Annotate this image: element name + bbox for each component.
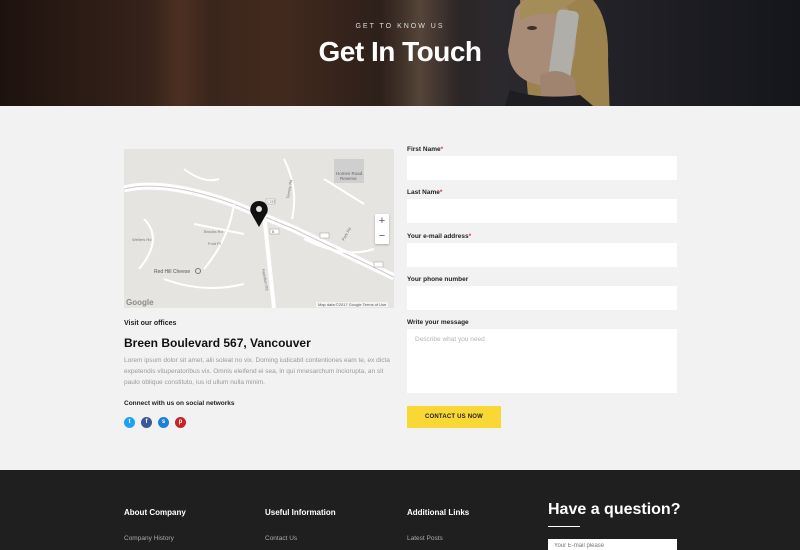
hero-eyebrow: GET TO KNOW US [355,23,445,30]
last-name-field[interactable] [407,199,677,223]
required-mark: * [439,189,443,196]
first-name-field[interactable] [407,156,677,180]
first-name-label-text: First Name [407,146,441,153]
page-title: Get In Touch [318,36,482,67]
email-field[interactable] [407,243,677,267]
footer-heading-additional: Additional Links [407,508,470,517]
email-label-text: Your e-mail address [407,233,469,240]
map-canvas[interactable]: Homes Road Reserve Red Hill Cheese Brook… [124,149,394,308]
map-label-red-hill: Red Hill Cheese [154,269,190,275]
footer-link-company-history[interactable]: Company History [124,535,174,542]
phone-field[interactable] [407,286,677,310]
last-name-label: Last Name* [407,189,442,196]
map-label-road: Wellers Rd [132,237,152,242]
map-label-road: Brooks Rd [204,229,223,234]
zoom-in-button[interactable]: + [375,214,389,229]
footer-link-contact-us[interactable]: Contact Us [265,535,297,542]
footer-question-heading: Have a question? [548,501,681,518]
map-label-reserve: Reserve [340,176,357,181]
email-label: Your e-mail address* [407,233,471,240]
office-map[interactable]: Homes Road Reserve Red Hill Cheese Brook… [124,149,394,308]
newsletter-email-input[interactable] [548,539,677,550]
message-field[interactable] [407,329,677,393]
map-provider-logo: Google [126,298,154,307]
skype-icon[interactable]: s [158,417,169,428]
contact-submit-button[interactable]: CONTACT US NOW [407,406,501,428]
map-credit[interactable]: Map data ©2017 Google Terms of Use [316,302,389,307]
footer-heading-about: About Company [124,508,186,517]
footer-link-latest-posts[interactable]: Latest Posts [407,535,443,542]
phone-label: Your phone number [407,276,469,283]
required-mark: * [468,233,472,240]
twitter-icon[interactable]: t [124,417,135,428]
social-networks-label: Connect with us on social networks [124,400,235,407]
pinterest-icon[interactable]: p [175,417,186,428]
hero-banner: GET TO KNOW US Get In Touch [0,0,800,106]
facebook-icon[interactable]: f [141,417,152,428]
required-mark: * [440,146,444,153]
first-name-label: First Name* [407,146,443,153]
social-links: t f s p [124,417,186,428]
map-route-shield: C787 [267,200,275,204]
office-address: Breen Boulevard 567, Vancouver [124,336,311,350]
last-name-label-text: Last Name [407,189,440,196]
footer-divider [548,526,580,527]
map-zoom-control[interactable]: + − [375,214,389,244]
zoom-out-button[interactable]: − [375,229,389,244]
map-label-road: Fruit Pl [208,241,221,246]
visit-offices-label: Visit our offices [124,320,177,327]
footer-heading-useful: Useful Information [265,508,336,517]
message-label: Write your message [407,319,469,326]
office-description: Lorem ipsum dolor sit amet, alii soleat … [124,357,390,386]
